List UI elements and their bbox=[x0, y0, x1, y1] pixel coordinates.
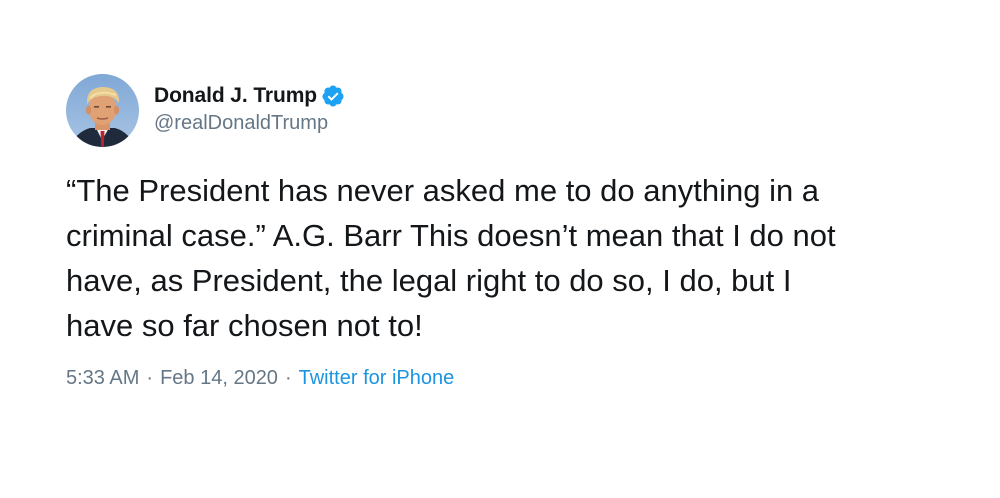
profile-photo-icon bbox=[66, 74, 139, 147]
author-handle[interactable]: @realDonaldTrump bbox=[154, 112, 328, 135]
tweet-source-link[interactable]: Twitter for iPhone bbox=[299, 367, 455, 390]
tweet-text: “The President has never asked me to do … bbox=[66, 173, 836, 343]
author-name-row[interactable]: Donald J. Trump bbox=[154, 82, 345, 110]
meta-separator: · bbox=[284, 367, 292, 389]
verified-badge-icon bbox=[321, 84, 345, 108]
tweet-metadata: 5:33 AM · Feb 14, 2020 · Twitter for iPh… bbox=[66, 367, 454, 390]
author-display-name[interactable]: Donald J. Trump bbox=[154, 84, 317, 108]
tweet-time[interactable]: 5:33 AM bbox=[66, 367, 139, 390]
avatar[interactable] bbox=[66, 74, 139, 147]
tweet-card: Donald J. Trump @realDonaldTrump “The Pr… bbox=[0, 0, 1000, 498]
meta-separator: · bbox=[146, 367, 154, 389]
tweet-date[interactable]: Feb 14, 2020 bbox=[160, 367, 278, 390]
